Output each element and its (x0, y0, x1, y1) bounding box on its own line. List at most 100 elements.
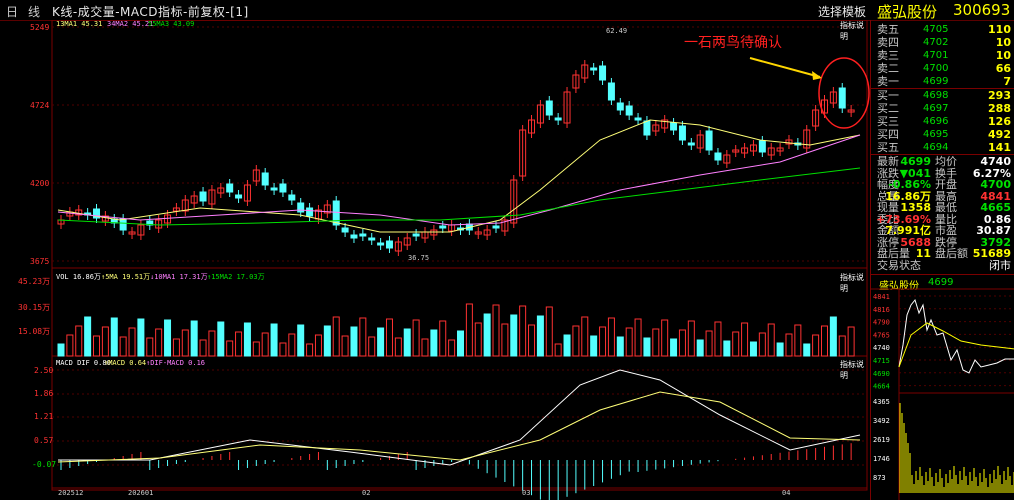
order-price: 4699 (923, 76, 949, 87)
volume-bar (501, 323, 509, 357)
volume-bar (314, 334, 322, 357)
order-price: 4695 (923, 129, 949, 140)
period-suffix[interactable]: 线 (28, 3, 40, 20)
candle-body (545, 100, 553, 116)
candle-body (341, 227, 349, 233)
candle-body (492, 225, 500, 229)
volume-bar (705, 330, 713, 357)
volume-bar (217, 321, 225, 357)
volume-bar (599, 326, 607, 357)
order-label: 买二 (877, 102, 899, 115)
mini-vol-label: 3492 (873, 417, 890, 425)
volume-bar (678, 329, 686, 357)
volume-bar (323, 325, 331, 357)
macd-explain-link[interactable]: 指标说明 (840, 359, 870, 381)
volume-bar (350, 326, 358, 357)
volume-bar (794, 324, 802, 357)
volume-bar (723, 340, 731, 357)
volume-bar (181, 329, 189, 357)
main-explain-link[interactable]: 指标说明 (840, 20, 870, 42)
mini-vol-label: 2619 (873, 436, 890, 444)
volume-bar (776, 342, 784, 357)
stock-code: 300693 (953, 1, 1011, 19)
mini-price-line (898, 298, 1014, 374)
volume-bar (57, 343, 65, 357)
intraday-canvas[interactable]: 4841 4816 4790 4765 4740 4715 4690 4664 4365 3492… (871, 275, 1014, 500)
trade-status-row: 交易状态 闭市 (871, 259, 1014, 272)
macd-hist-legend: ↑DIF-MACD 0.16 (146, 359, 206, 367)
ma55-line (57, 167, 861, 226)
volume-bar (439, 320, 447, 357)
volume-bar (457, 330, 464, 357)
period-prefix[interactable]: 日 (6, 3, 18, 20)
volume-bar (847, 326, 855, 357)
volume-bar (84, 316, 92, 357)
stat-label: 盘后额 (935, 247, 968, 260)
candle-body (670, 122, 678, 131)
volume-bar (563, 334, 571, 357)
intraday-chart[interactable]: 盛弘股份 4699 4841 4816 4790 4765 4740 4715 4690 46… (871, 275, 1014, 500)
order-price: 4697 (923, 103, 949, 114)
volume-bar (66, 334, 74, 357)
volume-bar (332, 316, 340, 357)
volume-bar (572, 325, 580, 357)
order-book-row: 卖四 4702 10 (871, 36, 1014, 49)
volume-bar (483, 313, 491, 357)
order-volume: 66 (995, 62, 1011, 75)
order-volume: 293 (988, 89, 1011, 102)
candle-body (554, 117, 562, 121)
candle-body (625, 105, 633, 116)
candle-body (714, 152, 722, 161)
order-book-row: 买五 4694 141 (871, 141, 1014, 154)
volume-bar (155, 328, 163, 357)
candle-body (332, 200, 340, 226)
volume-bar (93, 335, 101, 357)
volume-bar (528, 324, 536, 357)
volume-bar (110, 317, 118, 357)
candle-body (235, 194, 243, 199)
candle-body (412, 233, 420, 237)
volume-bar (634, 318, 642, 357)
order-price: 4700 (923, 63, 949, 74)
order-label: 买五 (877, 141, 899, 154)
volume-bar (101, 326, 109, 357)
volume-bar (235, 331, 243, 357)
chart-area[interactable]: 13MA1 45.31 34MA2 45.21 55MA3 43.09 指标说明… (0, 20, 870, 500)
candle-body (279, 183, 287, 193)
order-label: 买一 (877, 89, 899, 102)
select-template-button[interactable]: 选择模板 (818, 3, 866, 20)
stat-row: 盘后量 11 盘后额 51689 (871, 247, 1014, 260)
volume-bar (616, 336, 624, 357)
vol-explain-link[interactable]: 指标说明 (840, 272, 870, 294)
candle-body (261, 172, 269, 186)
stock-header: 盛弘股份 300693 (871, 0, 1014, 21)
mini-price-label: 4664 (873, 383, 890, 391)
vol-ma10-legend: ↓10MA1 17.31万 (150, 273, 208, 281)
order-volume: 7 (1003, 75, 1011, 88)
volume-bar (288, 333, 296, 357)
volume-bar (448, 339, 456, 357)
candle-body (226, 183, 234, 193)
candle-body (368, 237, 376, 241)
volume-bar (341, 335, 349, 357)
volume-bar (554, 343, 562, 357)
main-y-label: 4200 (30, 179, 50, 188)
volume-bar (812, 334, 820, 357)
macd-y-label: -0.07 (32, 460, 57, 469)
order-volume: 492 (988, 128, 1011, 141)
volume-bar (803, 343, 811, 357)
chart-canvas[interactable] (0, 20, 870, 500)
volume-bar (137, 318, 145, 357)
mini-price-label: 4715 (873, 357, 890, 365)
candle-body (288, 194, 296, 201)
volume-bar (758, 332, 766, 357)
mini-price-label: 4841 (873, 293, 890, 301)
macd-y-label: 0.57 (34, 436, 54, 445)
candle-body (306, 207, 314, 217)
volume-bar (687, 320, 695, 357)
candle-body (270, 187, 278, 191)
volume-bar (741, 322, 749, 357)
volume-bar (581, 316, 589, 357)
order-volume: 126 (988, 115, 1011, 128)
volume-bar (261, 332, 269, 357)
